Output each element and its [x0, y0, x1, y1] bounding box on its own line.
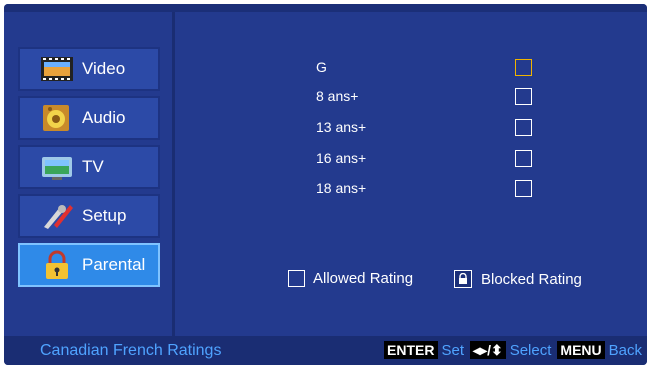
menu-item-tv[interactable]: TV: [18, 145, 160, 189]
menu-item-setup[interactable]: Setup: [18, 194, 160, 238]
rating-label: 13 ans+: [316, 119, 367, 135]
legend-allowed-label: Allowed Rating: [313, 270, 414, 287]
padlock-icon: [46, 250, 68, 279]
menu-item-parental[interactable]: Parental: [18, 243, 160, 287]
back-hint: Back: [608, 341, 642, 359]
status-bar: Canadian French Ratings ENTER Set ◂▸/⬍ S…: [4, 336, 647, 365]
legend-blocked-label: Blocked Rating: [481, 270, 582, 288]
menu-item-audio[interactable]: Audio: [18, 96, 160, 140]
legend-blocked: Blocked Rating: [454, 270, 582, 288]
tools-icon: [44, 205, 73, 229]
rating-label: G: [316, 59, 327, 75]
allowed-box-icon: [288, 270, 305, 287]
lock-icon: [454, 270, 472, 288]
enter-hint: Set: [441, 341, 465, 359]
menu-key: MENU: [557, 341, 605, 359]
menu-item-video[interactable]: Video: [18, 47, 160, 91]
rating-checkbox-g[interactable]: [515, 59, 532, 76]
rating-checkbox-8[interactable]: [515, 88, 532, 105]
menu-item-label: Parental: [82, 255, 146, 274]
menu-item-label: Video: [82, 59, 126, 78]
menu-item-label: Setup: [82, 206, 127, 225]
top-bar: [4, 4, 647, 12]
rating-checkbox-16[interactable]: [515, 150, 532, 167]
tv-antenna-icon: [42, 157, 72, 180]
rating-label: 18 ans+: [316, 180, 367, 196]
rating-checkbox-13[interactable]: [515, 119, 532, 136]
rating-label: 16 ans+: [316, 150, 367, 166]
key-hints: ENTER Set ◂▸/⬍ Select MENU Back: [384, 341, 642, 359]
legend-allowed: Allowed Rating: [288, 270, 413, 287]
menu-item-label: TV: [82, 157, 104, 176]
speaker-icon: [43, 105, 69, 131]
film-icon: [41, 57, 73, 81]
tv-screen: Video Audio TV Setup Parental G 8 ans+ 1…: [4, 4, 647, 365]
select-hint: Select: [509, 341, 552, 359]
rating-checkbox-18[interactable]: [515, 180, 532, 197]
menu-item-label: Audio: [82, 108, 126, 127]
status-title: Canadian French Ratings: [40, 342, 222, 359]
rating-label: 8 ans+: [316, 88, 359, 104]
menu-divider: [172, 12, 175, 336]
navigation-arrows-icon: ◂▸/⬍: [470, 341, 506, 359]
enter-key: ENTER: [384, 341, 438, 359]
